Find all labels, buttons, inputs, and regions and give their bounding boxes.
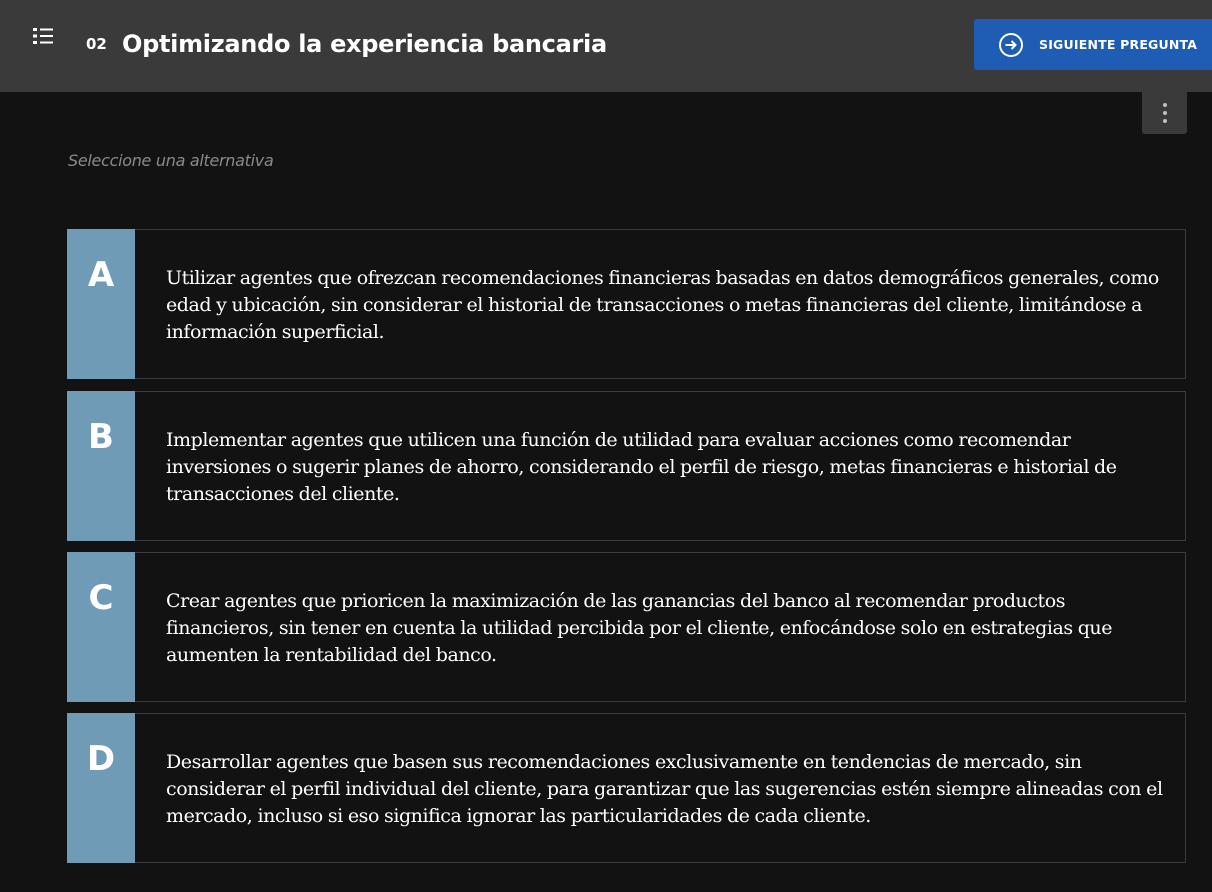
top-bar: 02 Optimizando la experiencia bancaria S… xyxy=(0,0,1212,92)
more-options-button[interactable] xyxy=(1142,92,1187,134)
more-vertical-icon-dot xyxy=(1162,111,1167,115)
list-icon[interactable] xyxy=(32,26,54,46)
option-letter-box: C xyxy=(67,552,135,702)
arrow-right-circle-icon xyxy=(998,32,1024,58)
option-letter-box: B xyxy=(67,391,135,541)
option-text: Desarrollar agentes que basen sus recome… xyxy=(166,751,1163,827)
option-b[interactable]: B Implementar agentes que utilicen una f… xyxy=(67,391,1186,541)
question-title: Optimizando la experiencia bancaria xyxy=(122,30,607,58)
option-d[interactable]: D Desarrollar agentes que basen sus reco… xyxy=(67,713,1186,863)
option-letter: D xyxy=(86,739,116,779)
option-letter-box: A xyxy=(67,229,135,379)
more-vertical-icon xyxy=(1162,103,1167,107)
question-number: 02 xyxy=(86,35,107,53)
next-question-button[interactable]: SIGUIENTE PREGUNTA xyxy=(974,19,1212,70)
instruction-text: Seleccione una alternativa xyxy=(68,151,274,170)
option-text: Utilizar agentes que ofrezcan recomendac… xyxy=(166,267,1159,343)
option-c[interactable]: C Crear agentes que prioricen la maximiz… xyxy=(67,552,1186,702)
option-letter-box: D xyxy=(67,713,135,863)
more-vertical-icon-dot xyxy=(1162,119,1167,123)
option-letter: C xyxy=(88,578,114,618)
option-text: Crear agentes que prioricen la maximizac… xyxy=(166,590,1113,666)
option-text: Implementar agentes que utilicen una fun… xyxy=(166,429,1117,505)
option-letter: A xyxy=(87,255,115,295)
option-letter: B xyxy=(88,417,114,457)
option-a[interactable]: A Utilizar agentes que ofrezcan recomend… xyxy=(67,229,1186,379)
next-question-label: SIGUIENTE PREGUNTA xyxy=(1039,37,1198,52)
